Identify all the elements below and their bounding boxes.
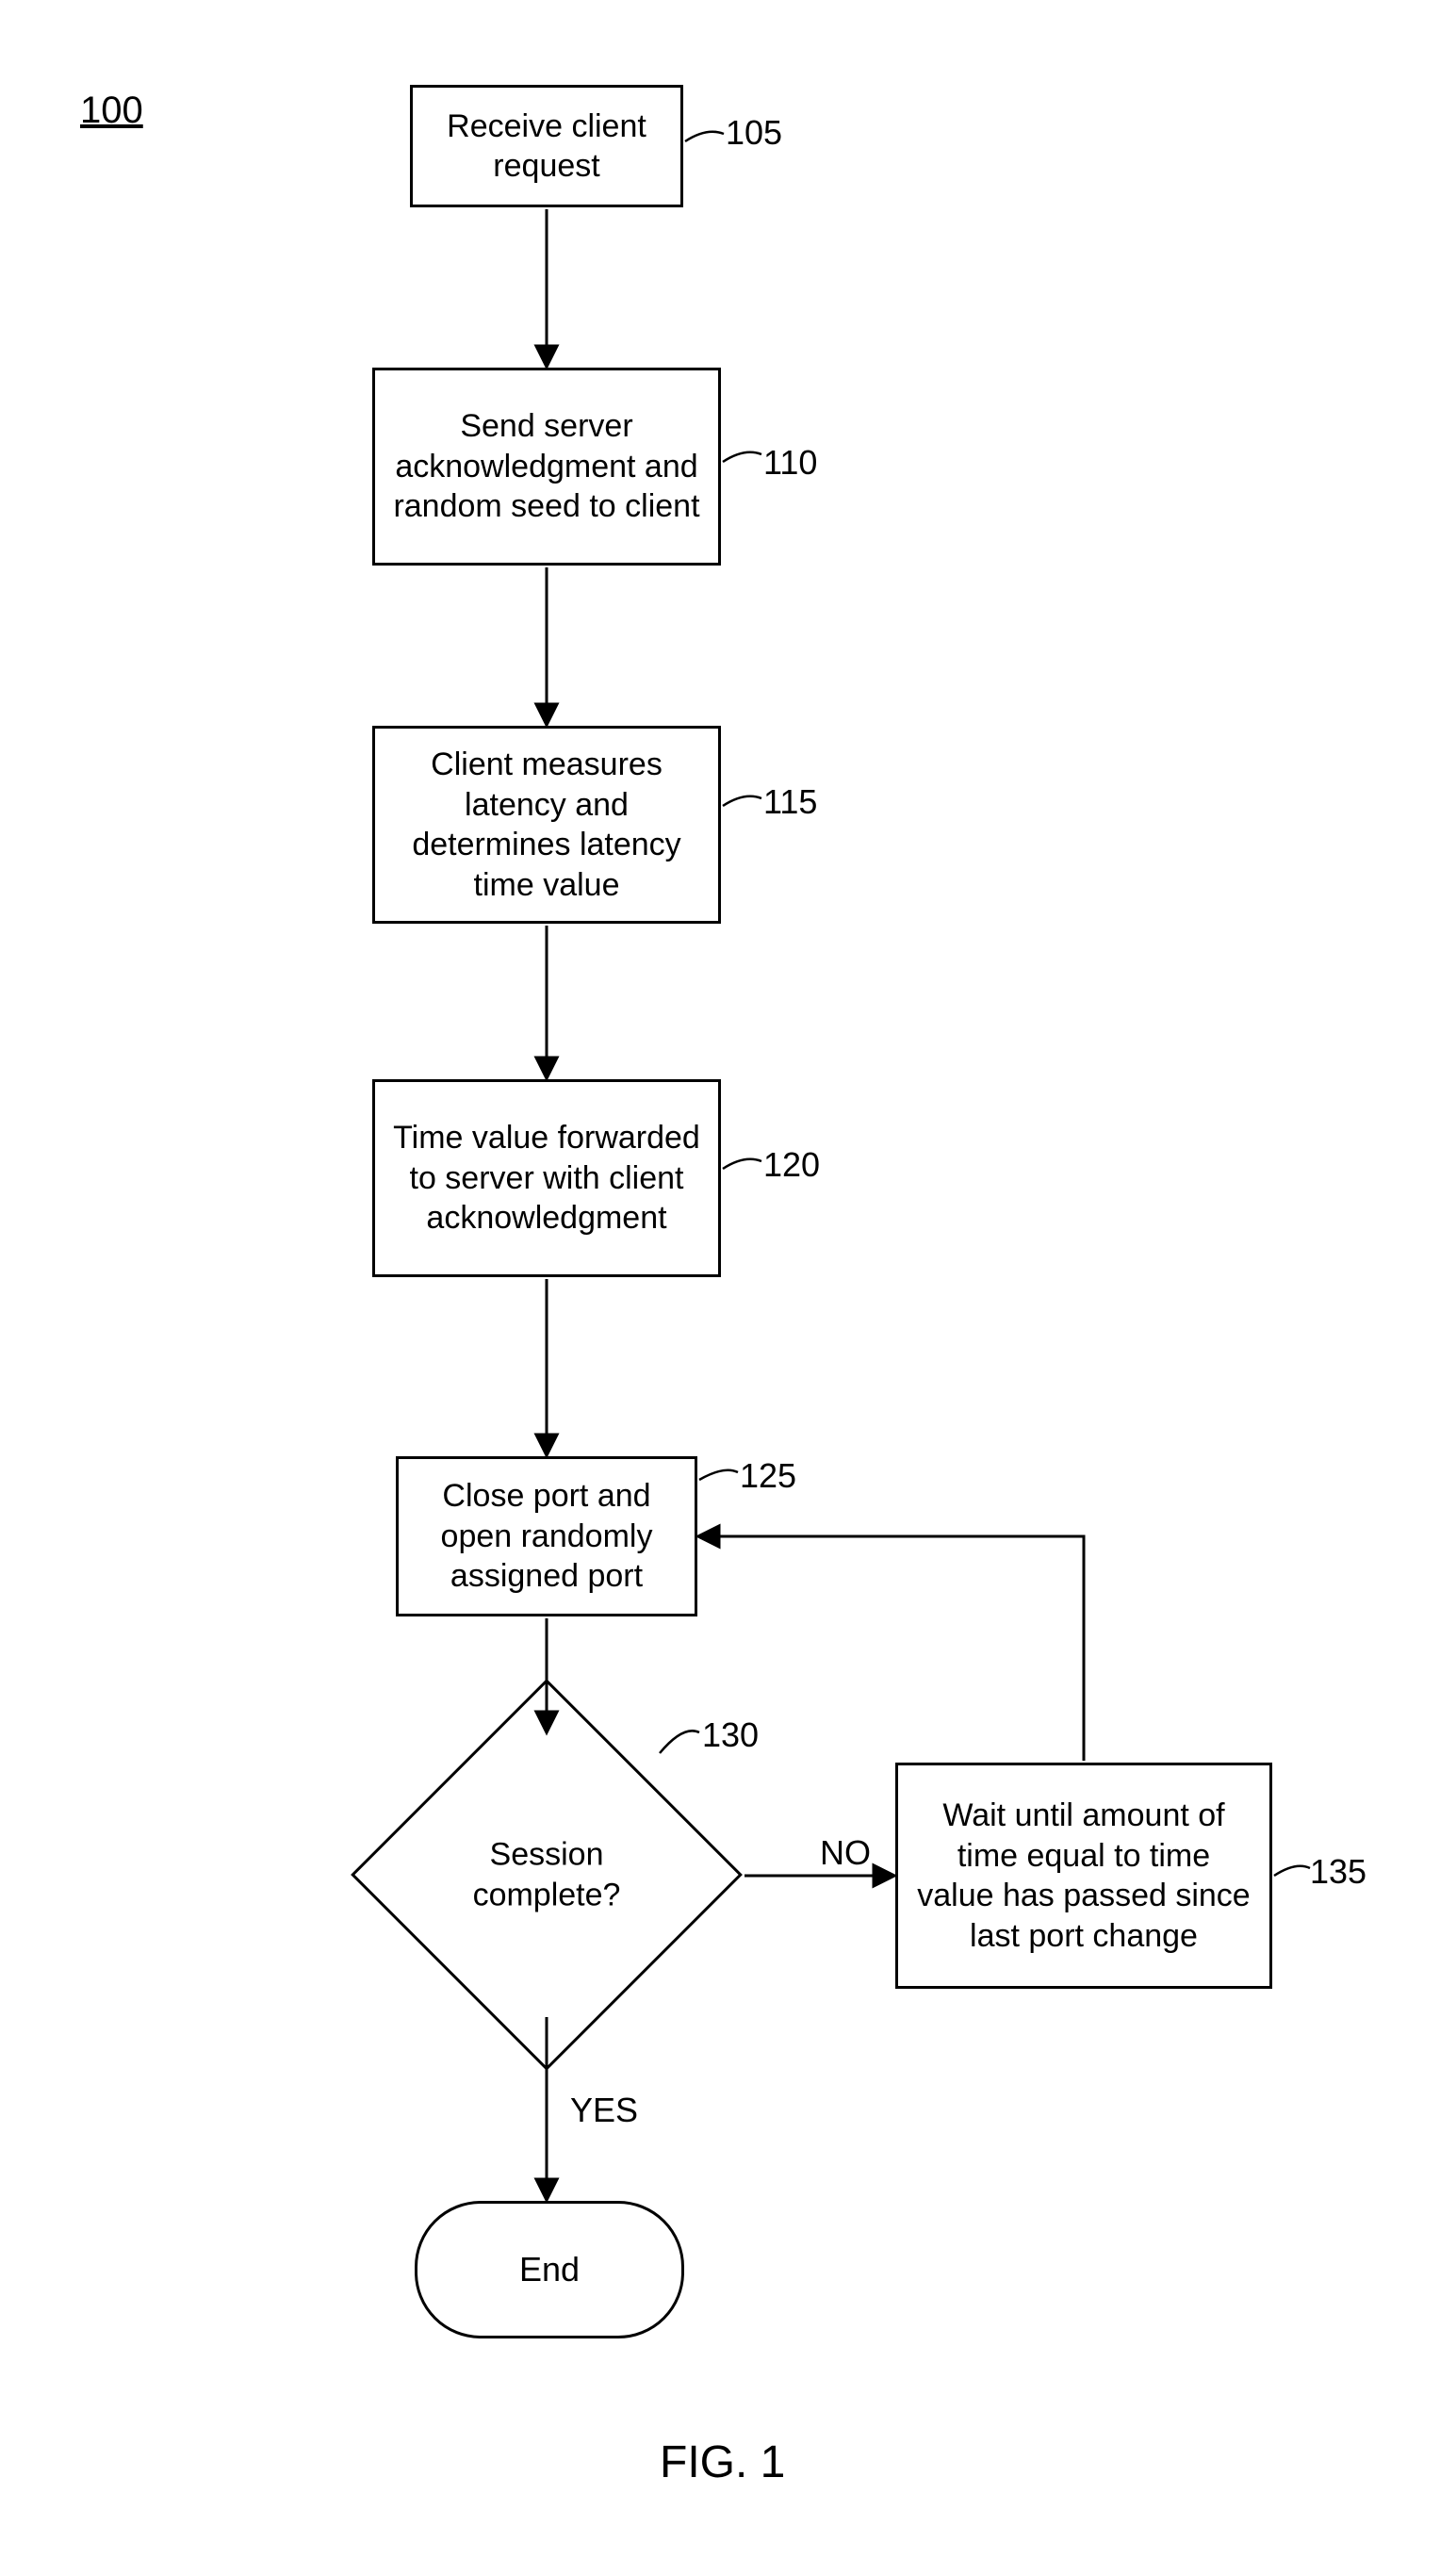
process-box-110: Send server acknowledgment and random se… bbox=[372, 368, 721, 566]
tag-135: 135 bbox=[1310, 1852, 1366, 1892]
edge-label-no: NO bbox=[820, 1833, 871, 1873]
terminator-end: End bbox=[415, 2201, 684, 2338]
flowchart-canvas: 100 Receive client request 105 Send serv… bbox=[0, 0, 1440, 2576]
terminator-text: End bbox=[519, 2250, 580, 2289]
process-box-125: Close port and open randomly assigned po… bbox=[396, 1456, 697, 1616]
process-box-120: Time value forwarded to server with clie… bbox=[372, 1079, 721, 1277]
tag-115: 115 bbox=[763, 782, 817, 822]
decision-130: Session complete? bbox=[408, 1736, 685, 2013]
tag-120: 120 bbox=[763, 1145, 820, 1185]
box-text: Client measures latency and determines l… bbox=[392, 745, 701, 905]
figure-caption: FIG. 1 bbox=[660, 2437, 785, 2488]
tag-105: 105 bbox=[726, 113, 782, 153]
box-text: Send server acknowledgment and random se… bbox=[392, 406, 701, 527]
edge-label-yes: YES bbox=[570, 2091, 638, 2130]
tag-130: 130 bbox=[702, 1715, 759, 1755]
tag-110: 110 bbox=[763, 443, 817, 483]
box-text: Time value forwarded to server with clie… bbox=[392, 1118, 701, 1239]
process-box-105: Receive client request bbox=[410, 85, 683, 207]
tag-125: 125 bbox=[740, 1456, 796, 1496]
box-text: Wait until amount of time equal to time … bbox=[915, 1796, 1252, 1956]
figure-ref: 100 bbox=[80, 90, 143, 132]
box-text: Close port and open randomly assigned po… bbox=[416, 1476, 678, 1597]
box-text: Receive client request bbox=[430, 107, 663, 187]
process-box-115: Client measures latency and determines l… bbox=[372, 726, 721, 924]
process-box-135: Wait until amount of time equal to time … bbox=[895, 1763, 1272, 1989]
diamond-text: Session complete? bbox=[473, 1835, 621, 1915]
